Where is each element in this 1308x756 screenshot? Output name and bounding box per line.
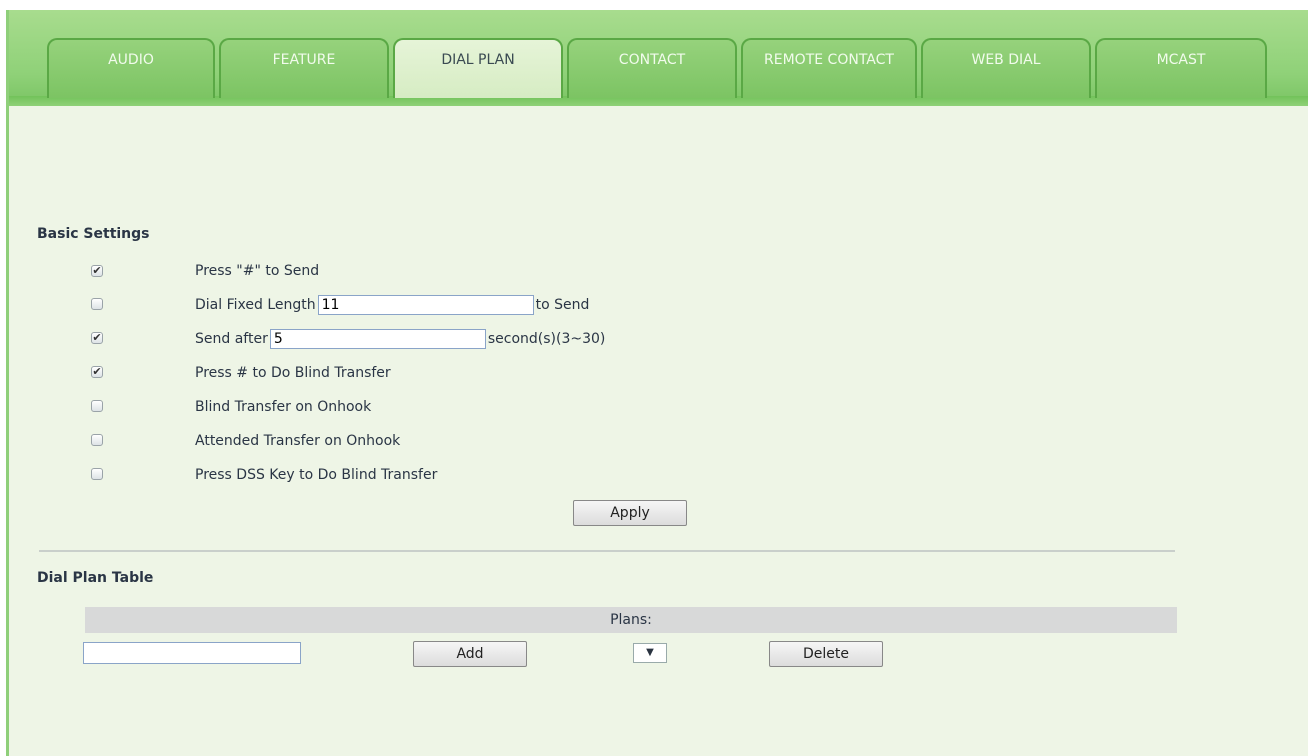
content-frame: AUDIO FEATURE DIAL PLAN CONTACT REMOTE C… [6,10,1308,756]
tab-mcast[interactable]: MCAST [1095,38,1267,98]
attended-transfer-onhook-label: Attended Transfer on Onhook [195,433,401,449]
send-after-label: Send after [195,331,268,347]
dial-plan-input[interactable] [83,642,301,664]
press-hash-to-send-label: Press "#" to Send [195,263,320,279]
tab-contact[interactable]: CONTACT [567,38,737,98]
checkbox-send-after[interactable]: ✔ [91,332,103,344]
basic-settings-title: Basic Settings [37,226,150,242]
send-after-input[interactable] [269,329,486,349]
tab-dial-plan[interactable]: DIAL PLAN [393,38,563,98]
dial-fixed-length-label: Dial Fixed Length [195,297,316,313]
tab-remote-contact[interactable]: REMOTE CONTACT [741,38,917,98]
delete-button[interactable]: Delete [769,641,883,667]
plans-header: Plans: [85,607,1177,633]
dial-fixed-length-input[interactable] [317,295,534,315]
press-hash-blind-transfer-label: Press # to Do Blind Transfer [195,365,391,381]
checkbox-blind-transfer-onhook[interactable] [91,400,103,412]
section-divider [39,550,1175,552]
send-after-row: Send after second(s)(3~30) [195,328,605,350]
chevron-down-icon: ▼ [646,647,654,658]
checkbox-dial-fixed-length[interactable] [91,298,103,310]
checkbox-attended-transfer-onhook[interactable] [91,434,103,446]
checkbox-press-hash-blind-transfer[interactable]: ✔ [91,366,103,378]
dial-fixed-length-suffix: to Send [535,297,590,313]
tab-audio[interactable]: AUDIO [47,38,215,98]
send-after-suffix: second(s)(3~30) [487,331,606,347]
dial-fixed-length-row: Dial Fixed Length to Send [195,294,589,316]
blind-transfer-onhook-label: Blind Transfer on Onhook [195,399,372,415]
apply-button[interactable]: Apply [573,500,687,526]
plans-select[interactable]: ▼ [633,643,667,663]
dss-key-blind-transfer-label: Press DSS Key to Do Blind Transfer [195,467,438,483]
checkbox-press-hash-to-send[interactable]: ✔ [91,265,103,277]
add-button[interactable]: Add [413,641,527,667]
checkbox-dss-key-blind-transfer[interactable] [91,468,103,480]
tab-web-dial[interactable]: WEB DIAL [921,38,1091,98]
dial-plan-table-title: Dial Plan Table [37,570,154,586]
tab-feature[interactable]: FEATURE [219,38,389,98]
